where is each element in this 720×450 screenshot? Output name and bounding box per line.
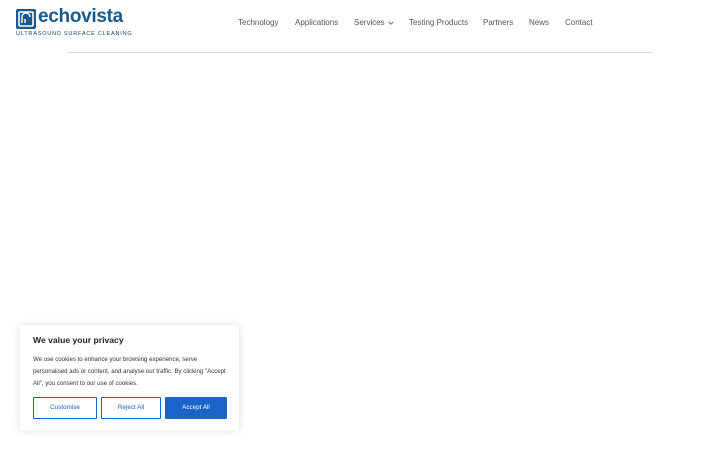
cookie-consent-banner: We value your privacy We use cookies to … — [20, 325, 239, 430]
logo-tagline: ULTRASOUND SURFACE CLEANING — [16, 31, 133, 37]
nav-item-applications[interactable]: Applications — [295, 16, 338, 30]
cookie-title: We value your privacy — [33, 335, 124, 345]
site-header: echovista ULTRASOUND SURFACE CLEANING Te… — [0, 0, 720, 46]
nav-item-contact[interactable]: Contact — [565, 16, 593, 30]
nav-item-technology[interactable]: Technology — [238, 16, 278, 30]
nav-item-partners[interactable]: Partners — [483, 16, 513, 30]
reject-all-button[interactable]: Reject All — [101, 397, 161, 419]
nav-item-testing-products[interactable]: Testing Products — [409, 16, 468, 30]
customise-button[interactable]: Customise — [33, 397, 97, 419]
header-divider — [68, 52, 652, 53]
page: echovista ULTRASOUND SURFACE CLEANING Te… — [0, 0, 720, 450]
nav-item-news[interactable]: News — [529, 16, 549, 30]
cookie-description: We use cookies to enhance your browsing … — [33, 356, 226, 387]
accept-all-button[interactable]: Accept All — [165, 397, 227, 419]
nav-item-services-label: Services — [354, 18, 385, 27]
main-nav: Technology Applications Services Testing… — [0, 16, 720, 30]
chevron-down-icon — [388, 21, 394, 25]
nav-item-services[interactable]: Services — [354, 16, 394, 30]
